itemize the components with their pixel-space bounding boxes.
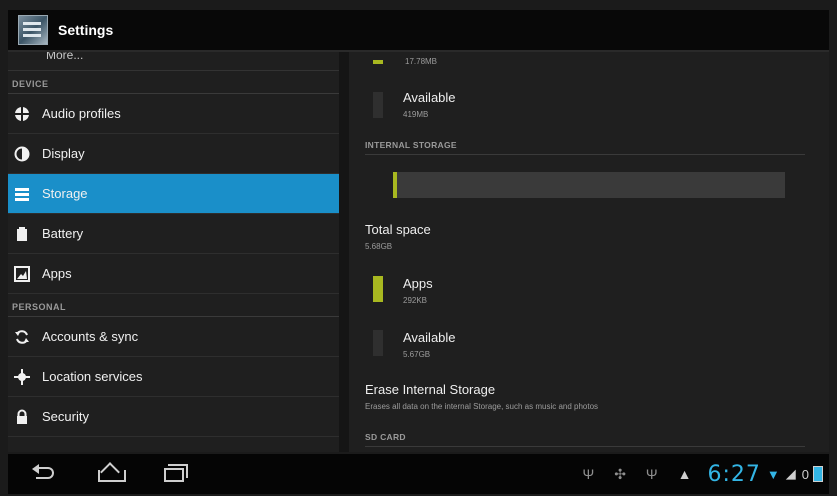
clock: 6:27 [707, 461, 761, 487]
sidebar-item-more[interactable]: More... [8, 52, 339, 71]
sidebar-item-label: Audio profiles [42, 106, 121, 121]
action-bar: Settings [8, 10, 829, 52]
legend-chip-apps [373, 276, 383, 302]
erase-title: Erase Internal Storage [365, 382, 496, 397]
location-icon [14, 368, 30, 385]
home-button[interactable] [98, 464, 128, 484]
sidebar-item-label: Storage [42, 186, 88, 201]
back-button[interactable] [32, 464, 62, 484]
sidebar-item-label: Accounts & sync [42, 329, 139, 344]
wifi-icon: ▼ [766, 466, 780, 482]
sidebar-item-label: Battery [42, 226, 84, 241]
list-item-total-space: Total space 5.68GB [349, 218, 829, 256]
list-item-available-internal[interactable]: Available 5.67GB [349, 322, 829, 366]
storage-usage-fill-apps [393, 172, 397, 198]
recent-apps-icon [164, 464, 190, 482]
erase-description: Erases all data on the internal Storage,… [365, 402, 599, 411]
battery-icon [14, 226, 30, 242]
apps-title: Apps [403, 276, 433, 291]
sidebar-item-label: Display [42, 146, 85, 161]
sidebar-item-security[interactable]: Security [8, 397, 339, 437]
android-debug-icon: ✣ [614, 465, 626, 482]
legend-chip-partial [373, 60, 383, 64]
lock-icon [14, 409, 30, 425]
legend-chip-available [373, 92, 383, 118]
pane-divider [339, 52, 349, 452]
app-title: Settings [58, 22, 114, 38]
screen: Settings More... DEVICE Audio profiles D… [0, 0, 837, 496]
total-space-title: Total space [365, 222, 431, 237]
section-divider [365, 446, 805, 447]
section-divider [365, 154, 805, 155]
usb-icon: Ψ [582, 466, 595, 482]
audio-profiles-icon [14, 106, 30, 122]
display-icon [14, 146, 30, 162]
available-title: Available [403, 90, 456, 105]
usb-icon: Ψ [645, 466, 658, 482]
list-item-available-top[interactable]: Available 419MB [349, 86, 829, 126]
list-item-apps-usage[interactable]: Apps 292KB [349, 270, 829, 314]
status-area[interactable]: Ψ ✣ Ψ ▲ 6:27 ▼ ◢ 0 [562, 454, 823, 494]
signal-icon: ◢ [785, 466, 796, 481]
battery-status-icon [813, 466, 823, 482]
internal-storage-header: INTERNAL STORAGE [365, 140, 457, 150]
storage-icon [14, 186, 30, 202]
storage-usage-bar [393, 172, 785, 198]
settings-headers-list[interactable]: More... DEVICE Audio profiles Display St… [8, 52, 339, 452]
apps-icon [14, 265, 30, 282]
sidebar-item-battery[interactable]: Battery [8, 214, 339, 254]
available-value: 419MB [403, 110, 429, 119]
sidebar-item-label: Location services [42, 369, 143, 384]
total-space-value: 5.68GB [365, 242, 393, 251]
settings-app-icon[interactable] [18, 15, 48, 45]
storage-details[interactable]: 17.78MB Available 419MB INTERNAL STORAGE… [349, 52, 829, 452]
home-icon [98, 464, 126, 482]
recent-apps-button[interactable] [164, 464, 194, 484]
sidebar-item-label: Security [42, 409, 89, 424]
sidebar-item-display[interactable]: Display [8, 134, 339, 174]
apps-value: 292KB [403, 296, 428, 305]
sidebar-item-apps[interactable]: Apps [8, 254, 339, 294]
warning-icon: ▲ [677, 466, 692, 482]
erase-internal-storage-button[interactable]: Erase Internal Storage Erases all data o… [349, 376, 829, 416]
legend-chip-available [373, 330, 383, 356]
sidebar-item-label: More... [46, 52, 84, 62]
sd-card-header: SD CARD [365, 432, 406, 442]
sidebar-item-label: Apps [42, 266, 72, 281]
sidebar-item-storage[interactable]: Storage [8, 174, 339, 214]
partial-value: 17.78MB [405, 57, 438, 66]
available-internal-value: 5.67GB [403, 350, 431, 359]
section-header-device: DEVICE [8, 71, 339, 94]
sidebar-item-location-services[interactable]: Location services [8, 357, 339, 397]
sidebar-item-audio-profiles[interactable]: Audio profiles [8, 94, 339, 134]
system-navigation-bar: Ψ ✣ Ψ ▲ 6:27 ▼ ◢ 0 [8, 454, 829, 494]
available-internal-title: Available [403, 330, 456, 345]
sync-icon [14, 329, 30, 345]
section-header-personal: PERSONAL [8, 294, 339, 317]
back-icon [32, 464, 58, 484]
sidebar-item-accounts-sync[interactable]: Accounts & sync [8, 317, 339, 357]
zero-signal-icon: 0 [801, 466, 809, 482]
